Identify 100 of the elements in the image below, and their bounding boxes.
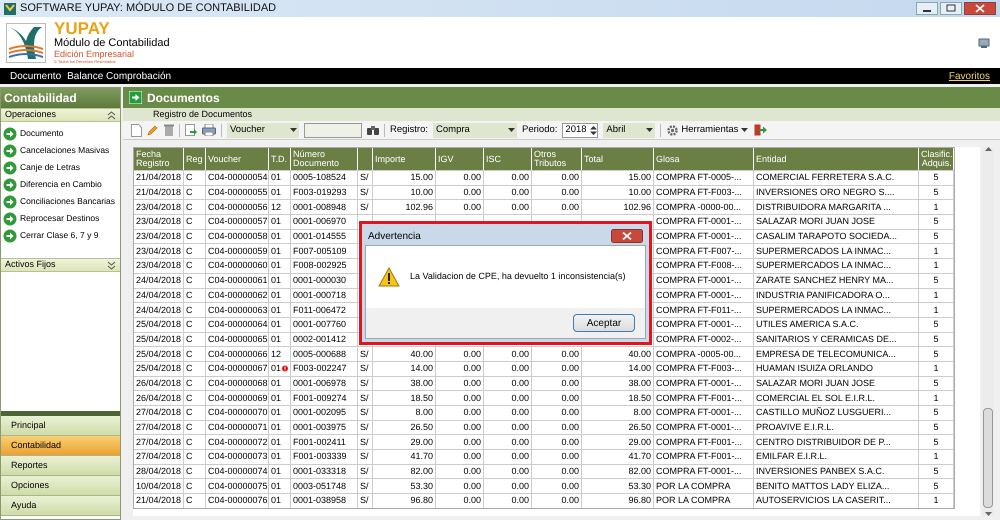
table-cell: 0.00 bbox=[561, 202, 579, 213]
table-cell: 23/04/2018 bbox=[136, 231, 182, 242]
table-cell: C04-00000068 bbox=[208, 378, 268, 389]
table-cell: 01 bbox=[271, 246, 282, 257]
table-cell: COMERCIAL FERRETERA S.A.C. bbox=[756, 172, 894, 184]
table-cell: 18.50 bbox=[628, 392, 651, 404]
sidebar-item[interactable]: Conciliaciones Bancarias bbox=[1, 193, 120, 210]
column-header[interactable]: Número Documento bbox=[291, 148, 358, 170]
sidebar-item[interactable]: Documento bbox=[1, 125, 120, 142]
table-cell: 1 bbox=[933, 246, 938, 257]
table-cell: 5 bbox=[933, 216, 938, 228]
table-cell: 23/04/2018 bbox=[136, 202, 182, 213]
table-cell: COMPRA FT-F001-... bbox=[656, 436, 742, 448]
table-cell: 24/04/2018 bbox=[136, 290, 182, 301]
table-cell: 0001-007760 bbox=[293, 319, 346, 330]
nav-button[interactable]: Opciones bbox=[1, 476, 120, 496]
registro-dropdown[interactable]: Compra bbox=[433, 122, 518, 138]
table-cell: 0001-033318 bbox=[293, 466, 346, 478]
nav-button[interactable]: Contabilidad bbox=[1, 436, 120, 456]
accept-button[interactable]: Aceptar bbox=[573, 314, 635, 332]
table-cell: 53.30 bbox=[628, 480, 651, 492]
sidebar-item[interactable]: Cerrar Clase 6, 7 y 9 bbox=[1, 227, 120, 244]
close-icon[interactable] bbox=[611, 229, 643, 243]
section-header[interactable]: Activos Fijos bbox=[1, 258, 120, 272]
column-header[interactable]: Total bbox=[582, 148, 654, 170]
nav-button[interactable]: Principal bbox=[1, 416, 120, 436]
table-cell: C bbox=[186, 231, 192, 242]
menu-item[interactable]: Balance Comprobación bbox=[67, 68, 172, 84]
table-cell: 10.00 bbox=[628, 187, 651, 198]
table-cell: F001-003339 bbox=[293, 451, 347, 462]
sidebar-item[interactable]: Reprocesar Destinos bbox=[1, 210, 120, 227]
year-spinner[interactable]: 2018 bbox=[562, 122, 598, 138]
table-cell: 0.00 bbox=[463, 348, 481, 360]
table-cell: 25/04/2018 bbox=[136, 319, 182, 330]
scroll-up-icon[interactable] bbox=[984, 147, 992, 151]
tools-menu-button[interactable]: Herramientas bbox=[666, 122, 750, 138]
column-header[interactable]: Reg bbox=[184, 148, 206, 170]
table-cell: 01 bbox=[271, 304, 282, 316]
nav-button[interactable]: Reportes bbox=[1, 456, 120, 476]
collapse-icon[interactable] bbox=[107, 110, 116, 120]
table-cell: 29.00 bbox=[628, 436, 651, 448]
table-cell: 41.70 bbox=[628, 451, 651, 462]
table-cell: 01 bbox=[271, 451, 282, 462]
edition-label: Edición Empresarial bbox=[54, 49, 136, 59]
caret-icon bbox=[741, 128, 748, 132]
maximize-icon[interactable] bbox=[940, 2, 962, 15]
scroll-down-icon[interactable] bbox=[984, 512, 992, 516]
table-cell: INVERSIONES PANBEX S.A.C. bbox=[756, 466, 884, 478]
column-header[interactable]: ISC bbox=[484, 148, 532, 170]
table-cell: INVERSIONES ORO NEGRO S.... bbox=[756, 187, 895, 198]
binoculars-icon[interactable] bbox=[367, 125, 379, 135]
column-header[interactable]: IGV bbox=[436, 148, 484, 170]
table-cell: F003-002247 bbox=[293, 363, 347, 374]
expand-icon[interactable] bbox=[107, 260, 116, 270]
table-cell: C bbox=[186, 407, 192, 418]
table-cell: 0.00 bbox=[463, 172, 481, 184]
sidebar-item[interactable]: Diferencia en Cambio bbox=[1, 176, 120, 193]
column-header[interactable]: Clasific. Adquis. bbox=[919, 148, 954, 170]
printer-icon[interactable] bbox=[202, 124, 216, 136]
column-header[interactable]: Voucher bbox=[206, 148, 269, 170]
favorites-link[interactable]: Favoritos bbox=[948, 68, 990, 84]
sidebar-item[interactable]: Cancelaciones Masivas bbox=[1, 142, 120, 159]
new-document-icon[interactable] bbox=[131, 124, 142, 136]
table-cell: 0.00 bbox=[511, 172, 529, 184]
vertical-scrollbar[interactable] bbox=[982, 147, 994, 516]
nav-button[interactable]: Ayuda bbox=[1, 496, 120, 516]
column-header[interactable]: Fecha Registro bbox=[134, 148, 184, 170]
close-icon[interactable] bbox=[964, 2, 996, 15]
table-cell: 1 bbox=[933, 495, 938, 506]
column-header[interactable]: T.D. bbox=[269, 148, 291, 170]
column-header[interactable]: Entidad bbox=[754, 148, 919, 170]
month-dropdown[interactable]: Abril bbox=[603, 122, 656, 138]
table-cell: 10.00 bbox=[410, 187, 433, 198]
spinner-arrows-icon[interactable] bbox=[590, 124, 598, 136]
scroll-thumb[interactable] bbox=[983, 408, 993, 508]
table-cell: C bbox=[186, 172, 192, 184]
table-cell: F008-002925 bbox=[293, 260, 347, 272]
table-cell: SUPERMERCADOS LA INMAC... bbox=[756, 260, 892, 272]
column-header[interactable]: Glosa bbox=[654, 148, 754, 170]
table-cell: C04-00000073 bbox=[208, 451, 268, 462]
table-cell: C bbox=[186, 304, 192, 316]
pencil-icon[interactable] bbox=[147, 124, 159, 136]
export-icon[interactable] bbox=[185, 124, 197, 136]
menu-item[interactable]: Documento bbox=[10, 68, 62, 84]
table-cell: 1 bbox=[933, 202, 938, 213]
minimize-icon[interactable] bbox=[916, 2, 938, 15]
column-header[interactable]: Importe bbox=[373, 148, 436, 170]
table-cell: COMPRA FT-0001-... bbox=[656, 216, 742, 228]
arrow-icon bbox=[129, 91, 142, 104]
table-cell: C bbox=[186, 246, 192, 257]
table-cell: 18.50 bbox=[410, 392, 433, 404]
logo-icon bbox=[6, 22, 46, 62]
exit-icon[interactable] bbox=[754, 124, 768, 136]
search-type-dropdown[interactable]: Voucher bbox=[227, 122, 299, 138]
column-header[interactable]: Otros Tributos bbox=[532, 148, 582, 170]
dialog-title: Advertencia bbox=[368, 230, 421, 244]
trash-icon[interactable] bbox=[164, 124, 174, 136]
search-field[interactable] bbox=[304, 122, 362, 138]
sidebar-item[interactable]: Canje de Letras bbox=[1, 159, 120, 176]
section-header[interactable]: Operaciones bbox=[1, 108, 120, 122]
